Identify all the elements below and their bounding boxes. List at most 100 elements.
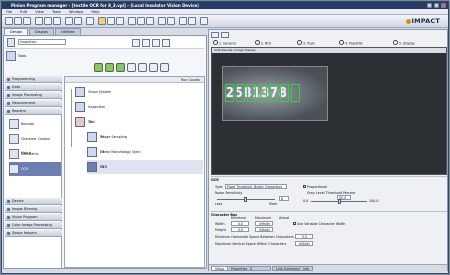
connect-icon[interactable]	[128, 17, 136, 25]
paste-icon[interactable]	[53, 17, 61, 25]
delete-icon[interactable]	[142, 39, 150, 47]
step-back-icon[interactable]	[94, 63, 103, 72]
tab-display[interactable]: Display	[29, 28, 55, 35]
grey-threshold-thumb[interactable]	[338, 199, 341, 204]
tool-character-contour-match[interactable]: Character Contour Match	[9, 132, 61, 155]
category-image-processing[interactable]: Image Processing	[5, 92, 62, 99]
ocr-section-title: OCR	[211, 178, 219, 182]
title-bar: Pinion Program manager - [textile OCR fo…	[2, 2, 448, 9]
upload-icon[interactable]	[137, 17, 145, 25]
category-device[interactable]: Device	[5, 198, 62, 205]
tool-datamatrix[interactable]: DataMatrix	[9, 147, 61, 161]
print-icon[interactable]	[86, 17, 94, 25]
vision-system-icon	[75, 87, 85, 97]
design-tabs: Design Display Utilities	[2, 28, 207, 35]
open-folder-icon[interactable]	[14, 17, 22, 25]
copy-tool-icon[interactable]	[152, 39, 160, 47]
category-shape-helpers[interactable]: Shape Helpers	[5, 230, 62, 237]
noise-value[interactable]: 8	[279, 196, 289, 201]
max-vertical-space-field[interactable]: Infinity	[295, 241, 313, 246]
zoom-icon[interactable]	[200, 17, 208, 25]
radio-roi[interactable]: 2. ROI	[255, 40, 271, 47]
proportional-checkbox[interactable]	[303, 185, 306, 188]
move-up-icon[interactable]	[127, 63, 136, 72]
maximize-button[interactable]	[434, 3, 439, 8]
menu-window[interactable]: Window	[69, 10, 83, 14]
category-image-filtering[interactable]: Image Filtering	[5, 206, 62, 213]
expand-icon[interactable]	[221, 32, 229, 38]
outdent-icon[interactable]	[160, 63, 169, 72]
tree-node-image-sampling[interactable]: Image Sampling 75	[87, 130, 203, 144]
category-color-image-processing[interactable]: Color Image Processing	[5, 222, 62, 229]
height-max-field[interactable]: Infinity	[255, 227, 273, 232]
category-vision-program[interactable]: Vision Program	[5, 214, 62, 221]
tree-node-vision-system[interactable]: Vision System	[75, 85, 203, 99]
move-down-icon[interactable]	[138, 63, 147, 72]
tab-setup[interactable]: Setup	[211, 266, 229, 271]
tab-blank[interactable]	[251, 266, 271, 271]
ocr-char-box	[236, 84, 245, 102]
width-min-field[interactable]: 0.0	[231, 221, 249, 226]
tab-design[interactable]: Design	[4, 28, 29, 35]
radio-pass-fail[interactable]: 4. Pass/Fail	[339, 40, 362, 47]
variable-width-checkbox[interactable]	[293, 222, 296, 225]
ocr-char-box	[247, 84, 256, 102]
tool-barcode[interactable]: Barcode	[9, 117, 61, 131]
close-button[interactable]	[441, 3, 446, 8]
tab-properties[interactable]: Properties	[227, 266, 252, 271]
tree-node-linear-morphology-open[interactable]: Linear Morphology Open 75	[87, 145, 203, 159]
redo-icon[interactable]	[74, 17, 82, 25]
noise-slider-thumb[interactable]	[244, 197, 247, 202]
menu-file[interactable]: File	[6, 10, 12, 14]
tab-info[interactable]: Info	[299, 266, 314, 271]
add-icon[interactable]	[132, 39, 140, 47]
menu-tools[interactable]: Tools	[52, 10, 61, 14]
menu-help[interactable]: Help	[91, 10, 99, 14]
properties-icon[interactable]	[162, 39, 170, 47]
new-icon[interactable]	[5, 17, 13, 25]
radio-display[interactable]: 5. Display	[393, 40, 415, 47]
type-select[interactable]: Fixed Threshold, Bright Characters	[225, 184, 287, 189]
tree-node-task[interactable]: Task 75	[75, 115, 203, 129]
copy-icon[interactable]	[44, 17, 52, 25]
width-max-field[interactable]: Infinity	[255, 221, 273, 226]
menu-view[interactable]: View	[35, 10, 44, 14]
logo-mark-icon	[405, 18, 411, 24]
undo-icon[interactable]	[65, 17, 73, 25]
height-min-field[interactable]: 0.0	[231, 227, 249, 232]
cut-icon[interactable]	[35, 17, 43, 25]
indent-icon[interactable]	[149, 63, 158, 72]
category-readers[interactable]: Readers	[5, 108, 62, 115]
camera-icon[interactable]	[116, 17, 124, 25]
step-toolbar	[64, 62, 204, 74]
proportional-label: Proportional	[307, 185, 327, 189]
play-icon[interactable]	[105, 63, 114, 72]
category-data[interactable]: Data	[5, 84, 62, 91]
download-icon[interactable]	[146, 17, 154, 25]
device-icon[interactable]	[107, 17, 115, 25]
tool-ocr[interactable]: OCR	[9, 162, 61, 176]
min-horizontal-space-field[interactable]: 0.0	[295, 234, 313, 239]
run-icon[interactable]	[98, 17, 106, 25]
tree-node-ocr[interactable]: OCR 75	[87, 160, 203, 174]
category-programming[interactable]: Programming	[5, 76, 62, 83]
stats-icon[interactable]	[167, 17, 175, 25]
noise-min-label: Less	[215, 202, 223, 206]
tab-utilities[interactable]: Utilities	[55, 28, 81, 35]
radio-general[interactable]: 1. General	[213, 40, 236, 47]
tree-node-inspection[interactable]: Inspection	[75, 100, 203, 114]
category-measurement[interactable]: Measurement	[5, 100, 62, 107]
monitor-icon[interactable]	[158, 17, 166, 25]
minimize-button[interactable]	[427, 3, 432, 8]
step-forward-icon[interactable]	[116, 63, 125, 72]
help-icon[interactable]	[188, 17, 196, 25]
pin-icon[interactable]	[211, 32, 219, 38]
menu-edit[interactable]: Edit	[20, 10, 27, 14]
settings-icon[interactable]	[179, 17, 187, 25]
tools-icon[interactable]	[6, 51, 16, 61]
inspection-select[interactable]: Inspection	[18, 39, 66, 45]
save-icon[interactable]	[23, 17, 31, 25]
radio-train[interactable]: 3. Train	[297, 40, 315, 47]
image-display[interactable]: OCR Results: Image Display 2581378	[211, 47, 447, 175]
actual-column-header: Actual	[279, 216, 290, 220]
